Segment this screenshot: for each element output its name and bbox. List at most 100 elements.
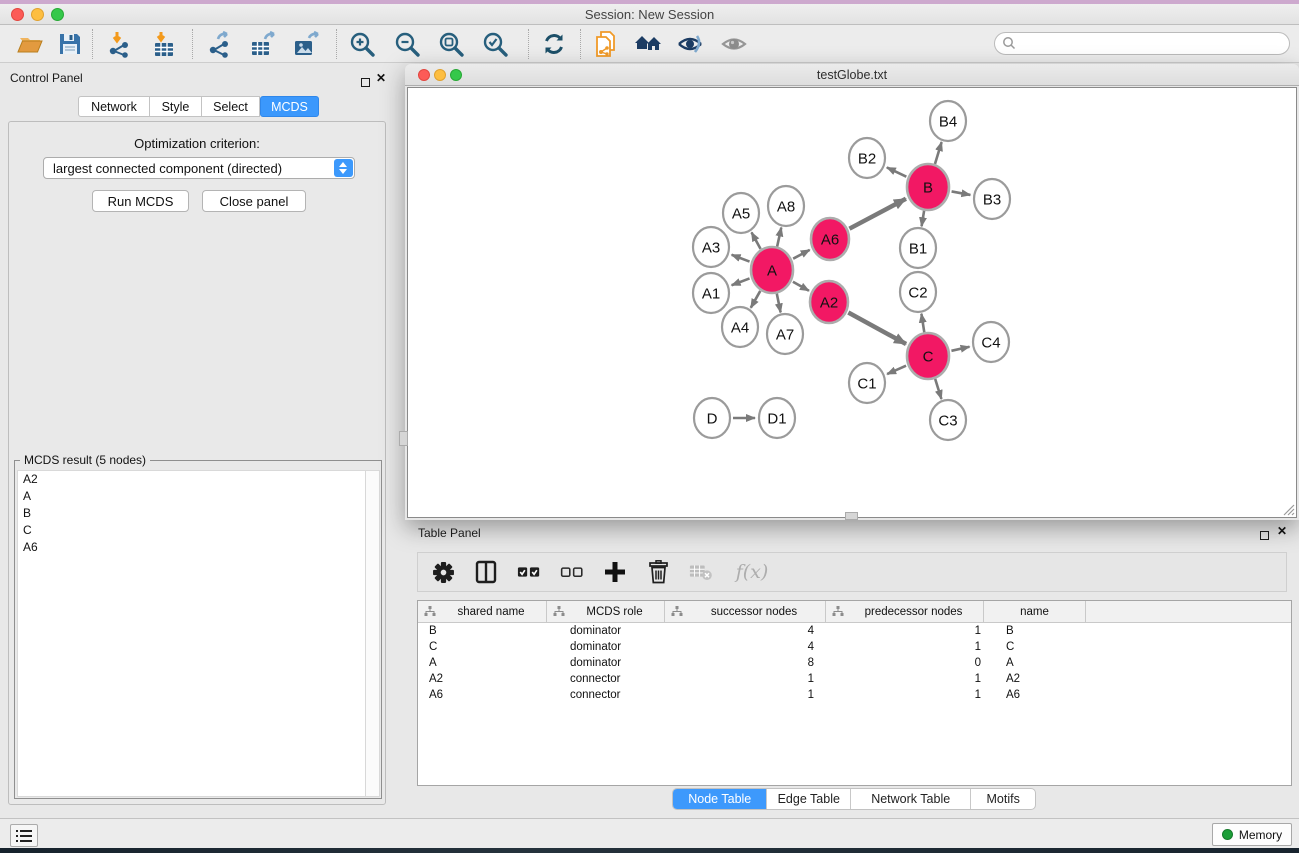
control-panel-close-icon[interactable]: ✕	[376, 73, 386, 84]
zoom-fit-icon[interactable]	[437, 30, 465, 58]
network-edge-C-C4[interactable]	[951, 347, 969, 351]
tab-style[interactable]: Style	[150, 96, 202, 117]
task-history-button[interactable]	[10, 824, 38, 847]
network-edge-A-A4[interactable]	[751, 291, 760, 308]
table-cell[interactable]: dominator	[547, 639, 665, 655]
network-node-B[interactable]: B	[907, 164, 949, 210]
column-header-shared-name[interactable]: shared name	[418, 601, 547, 622]
network-node-A6[interactable]: A6	[811, 218, 849, 260]
table-cell[interactable]: 1	[665, 671, 826, 687]
tab-mcds[interactable]: MCDS	[260, 96, 319, 117]
mcds-list-scrollbar[interactable]	[365, 471, 379, 796]
optimization-criterion-select[interactable]: largest connected component (directed)	[43, 157, 355, 179]
zoom-selected-icon[interactable]	[481, 30, 509, 58]
table-cell[interactable]: 1	[826, 671, 984, 687]
import-table-icon[interactable]	[150, 30, 178, 58]
network-node-A2[interactable]: A2	[810, 281, 848, 323]
table-cell[interactable]: 4	[665, 639, 826, 655]
table-cell[interactable]: connector	[547, 671, 665, 687]
network-edge-A-A8[interactable]	[777, 227, 781, 246]
table-cell[interactable]: 1	[826, 639, 984, 655]
network-edge-A-A2[interactable]	[793, 282, 809, 291]
table-row[interactable]: A6connector11A6	[418, 687, 1291, 703]
network-edge-A-A1[interactable]	[732, 278, 750, 285]
zoom-in-icon[interactable]	[348, 30, 376, 58]
table-cell[interactable]: 1	[826, 623, 984, 639]
network-node-A[interactable]: A	[751, 247, 793, 293]
apply-layout-icon[interactable]	[540, 30, 568, 58]
table-cell[interactable]: 1	[826, 687, 984, 703]
network-node-C2[interactable]: C2	[900, 272, 936, 312]
table-cell[interactable]: A	[418, 655, 547, 671]
network-window-titlebar[interactable]: testGlobe.txt	[405, 64, 1299, 86]
table-cell[interactable]: A6	[418, 687, 547, 703]
table-cell[interactable]: C	[984, 639, 1086, 655]
column-header-MCDS-role[interactable]: MCDS role	[547, 601, 665, 622]
table-cell[interactable]: connector	[547, 687, 665, 703]
network-edge-A6-B[interactable]	[849, 199, 905, 229]
network-node-A1[interactable]: A1	[693, 273, 729, 313]
mcds-result-item[interactable]: B	[18, 505, 379, 522]
run-mcds-button[interactable]: Run MCDS	[92, 190, 189, 212]
deselect-all-icon[interactable]	[560, 560, 584, 584]
table-row[interactable]: A2connector11A2	[418, 671, 1291, 687]
table-cell[interactable]: A2	[984, 671, 1086, 687]
show-columns-icon[interactable]	[474, 560, 498, 584]
network-node-D1[interactable]: D1	[759, 398, 795, 438]
network-edge-A-A5[interactable]	[752, 232, 761, 249]
network-node-A4[interactable]: A4	[722, 307, 758, 347]
resize-grip-icon[interactable]	[1282, 503, 1295, 516]
export-network-icon[interactable]	[206, 30, 234, 58]
memory-button[interactable]: Memory	[1212, 823, 1292, 846]
table-cell[interactable]: dominator	[547, 623, 665, 639]
tab-select[interactable]: Select	[202, 96, 260, 117]
network-edge-B-B4[interactable]	[935, 142, 942, 164]
table-cell[interactable]: dominator	[547, 655, 665, 671]
tab-node-table[interactable]: Node Table	[673, 789, 767, 809]
network-edge-B-B1[interactable]	[922, 211, 925, 227]
tab-network-table[interactable]: Network Table	[851, 789, 971, 809]
table-cell[interactable]: A	[984, 655, 1086, 671]
network-edge-B-B3[interactable]	[952, 191, 971, 195]
network-edge-A2-C[interactable]	[848, 313, 906, 344]
table-cell[interactable]: 1	[665, 687, 826, 703]
network-files-icon[interactable]	[592, 30, 620, 58]
mcds-result-item[interactable]: A2	[18, 471, 379, 488]
network-node-A7[interactable]: A7	[767, 314, 803, 354]
network-node-A8[interactable]: A8	[768, 186, 804, 226]
select-all-icon[interactable]	[517, 560, 541, 584]
tab-edge-table[interactable]: Edge Table	[767, 789, 851, 809]
tab-motifs[interactable]: Motifs	[971, 789, 1035, 809]
network-node-C4[interactable]: C4	[973, 322, 1009, 362]
network-edge-A-A3[interactable]	[732, 255, 750, 262]
table-panel-close-icon[interactable]: ✕	[1277, 526, 1287, 537]
search-input[interactable]	[994, 32, 1290, 55]
show-panel-eye-icon[interactable]	[720, 30, 748, 58]
column-header-successor-nodes[interactable]: successor nodes	[665, 601, 826, 622]
import-network-icon[interactable]	[106, 30, 134, 58]
table-row[interactable]: Adominator80A	[418, 655, 1291, 671]
network-edge-C-C2[interactable]	[921, 314, 924, 333]
home-pair-icon[interactable]	[634, 30, 662, 58]
export-table-icon[interactable]	[249, 30, 277, 58]
function-builder-icon[interactable]: f(x)	[732, 560, 772, 584]
mcds-result-item[interactable]: C	[18, 522, 379, 539]
add-row-icon[interactable]	[603, 560, 627, 584]
network-edge-C-C3[interactable]	[935, 379, 941, 399]
mcds-result-item[interactable]: A	[18, 488, 379, 505]
network-node-B3[interactable]: B3	[974, 179, 1010, 219]
table-cell[interactable]: A2	[418, 671, 547, 687]
vertical-splitter-handle[interactable]	[399, 431, 408, 446]
table-panel-float-icon[interactable]	[1260, 527, 1269, 545]
hide-panel-eye-icon[interactable]	[676, 30, 704, 58]
table-cell[interactable]: 0	[826, 655, 984, 671]
network-node-C[interactable]: C	[907, 333, 949, 379]
network-node-B4[interactable]: B4	[930, 101, 966, 141]
save-icon[interactable]	[56, 30, 84, 58]
network-node-A5[interactable]: A5	[723, 193, 759, 233]
horizontal-splitter-handle[interactable]	[845, 512, 858, 520]
network-node-B1[interactable]: B1	[900, 228, 936, 268]
settings-gear-icon[interactable]	[431, 560, 455, 584]
network-edge-C-C1[interactable]	[887, 366, 906, 374]
network-node-C3[interactable]: C3	[930, 400, 966, 440]
